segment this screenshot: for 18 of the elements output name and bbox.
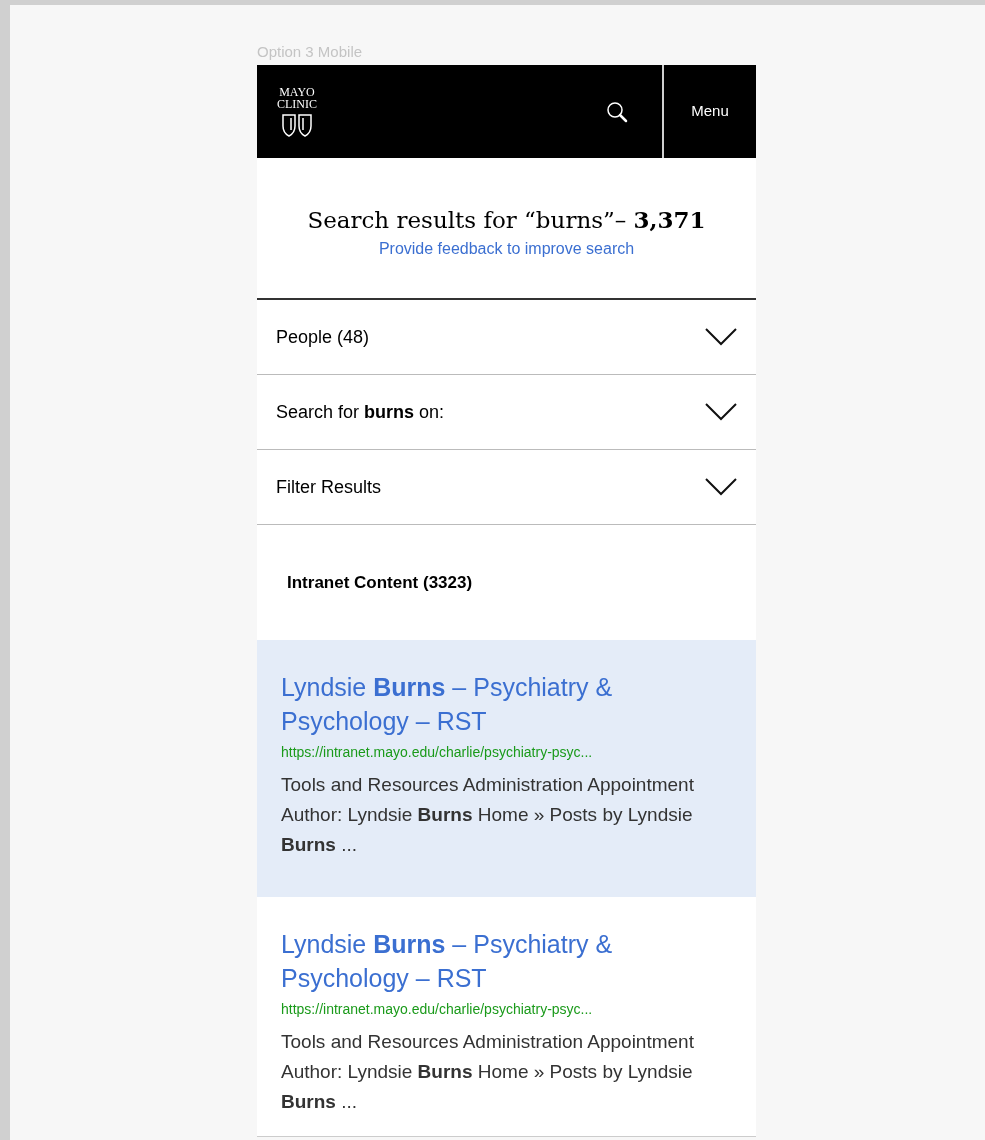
result-url: https://intranet.mayo.edu/charlie/psychiatry-psyc... [281, 1000, 593, 1019]
accordion-row[interactable]: Search for burns on: [257, 375, 756, 450]
section-title: Intranet Content (3323) [287, 571, 473, 594]
result-snippet: Tools and Resources Administration Appointment Author: Lyndsie Burns Home » Posts by Lyndsie Burns ... [281, 773, 695, 857]
results-heading: Search results for “burns”– 3,371 [307, 205, 706, 235]
accordion-row[interactable]: Filter Results [257, 450, 756, 525]
result-title[interactable]: Lyndsie Burns – Psychiatry & Psychology – RST [281, 927, 732, 995]
result-snippet: Tools and Resources Administration Appointment Author: Lyndsie Burns Home » Posts by Lyndsie Burns ... [281, 1030, 695, 1114]
feedback-link[interactable]: Provide feedback to improve search [378, 237, 635, 261]
result-title[interactable]: Lyndsie Burns – Psychiatry & Psychology – RST [281, 670, 732, 738]
accordion-label: People (48) [276, 325, 370, 349]
accordion-label: Filter Results [276, 475, 382, 499]
accordion-label: Search for burns on: [276, 400, 445, 424]
search-icon[interactable] [606, 100, 628, 123]
result-url: https://intranet.mayo.edu/charlie/psychiatry-psyc... [281, 743, 593, 762]
result-card[interactable] [257, 640, 756, 897]
logo[interactable]: MAYO CLINIC [277, 85, 317, 138]
accordion-row[interactable]: People (48) [257, 300, 756, 375]
